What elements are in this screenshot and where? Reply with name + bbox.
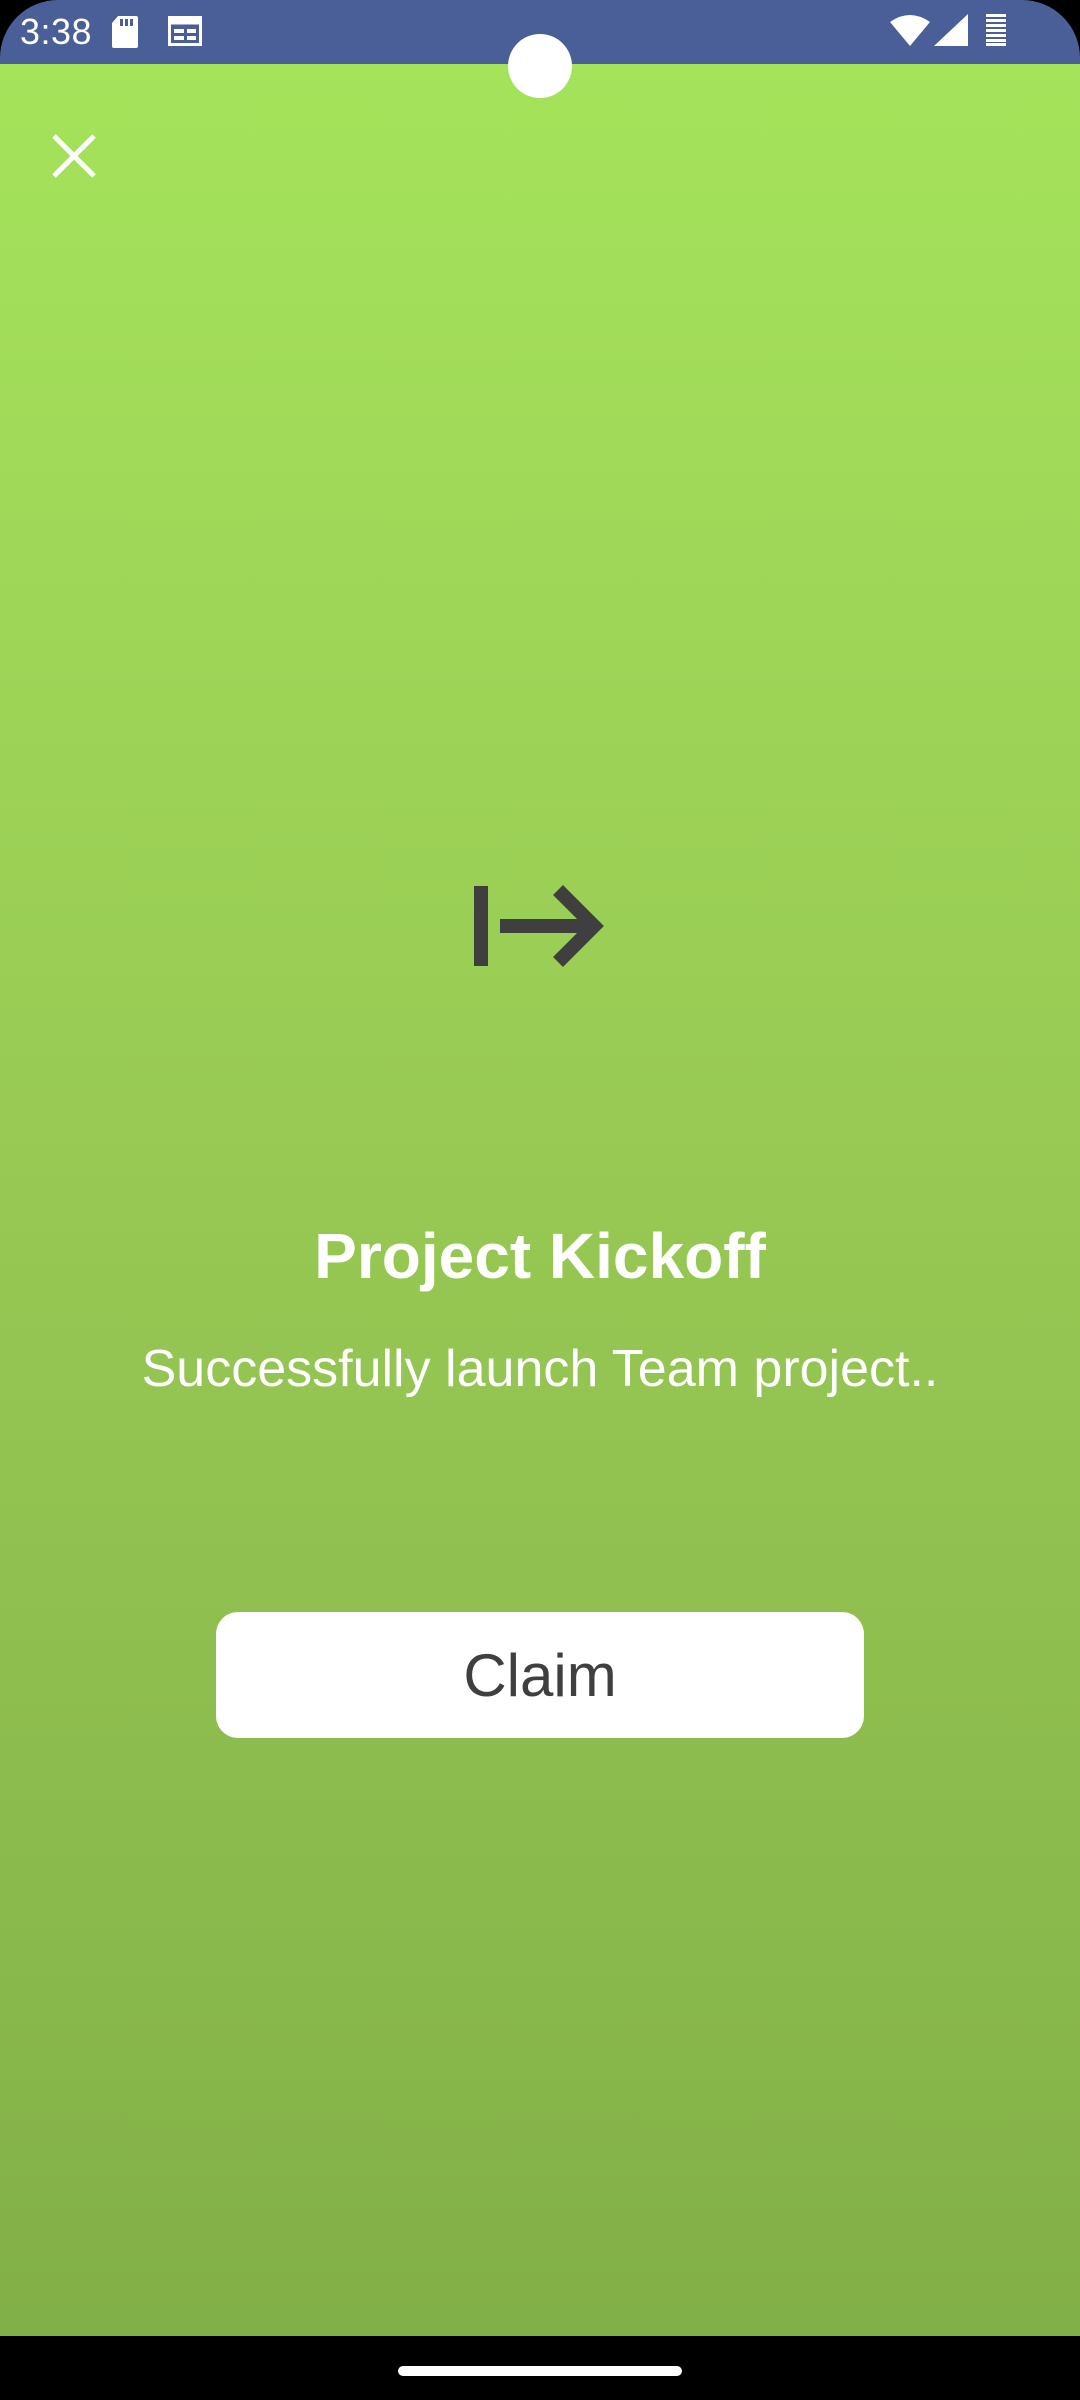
battery-icon [986,14,1006,46]
navigation-bar [0,2336,1080,2400]
close-icon [52,134,96,178]
tab-arrow-right-icon [474,885,604,967]
calendar-notification-icon [168,16,202,46]
home-indicator[interactable] [398,2366,682,2376]
camera-cutout [508,34,572,98]
app-screen: 3:38 Project Kickoff Successfully launch… [0,0,1080,2400]
achievement-screen: Project Kickoff Successfully launch Team… [0,64,1080,2336]
achievement-title: Project Kickoff [314,1220,766,1292]
status-time: 3:38 [20,11,93,52]
close-button[interactable] [34,116,114,196]
wifi-icon [890,15,930,46]
claim-button-label: Claim [463,1641,617,1709]
cellular-signal-icon [934,14,968,46]
achievement-description: Successfully launch Team project.. [141,1340,939,1398]
claim-button[interactable]: Claim [216,1612,864,1738]
sd-card-icon [112,16,138,48]
